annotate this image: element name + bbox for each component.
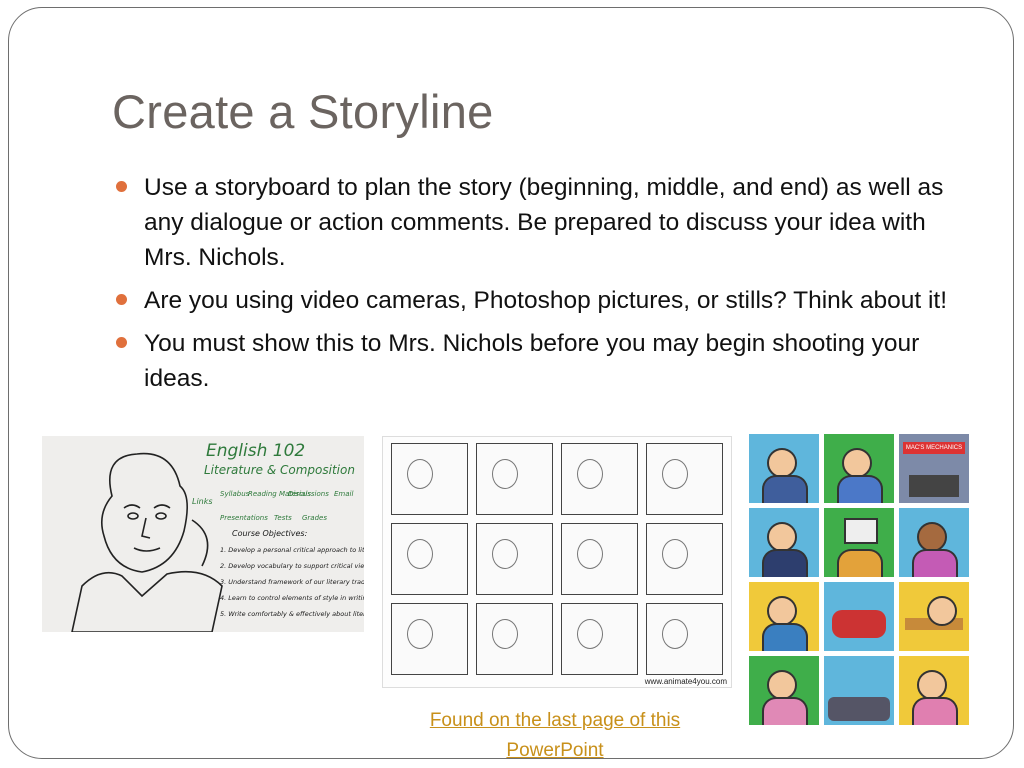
sketch-objectives-heading: Course Objectives: bbox=[232, 529, 308, 538]
comic-panel bbox=[749, 508, 819, 577]
storyboard-frame bbox=[391, 603, 468, 675]
sketch-nav-item: Syllabus bbox=[220, 490, 250, 498]
storyboard-frame bbox=[561, 443, 638, 515]
comic-panel bbox=[749, 656, 819, 725]
storyboard-frame bbox=[476, 443, 553, 515]
comic-panel bbox=[824, 582, 894, 651]
storyboard-frame bbox=[646, 603, 723, 675]
comic-panel bbox=[899, 656, 969, 725]
sketch-objective: 5. Write comfortably & effectively about… bbox=[220, 610, 364, 618]
bullet-dot-icon bbox=[116, 181, 127, 192]
comic-grid: MAC'S MECHANICS bbox=[749, 434, 971, 725]
sketch-heading-2: Literature & Composition bbox=[204, 463, 355, 477]
sketch-objective: 4. Learn to control elements of style in… bbox=[220, 594, 364, 602]
storyboard-frame bbox=[476, 603, 553, 675]
sketch-nav-item: Tests bbox=[274, 514, 292, 522]
storyboard-frame bbox=[391, 443, 468, 515]
storyboard-watermark: www.animate4you.com bbox=[644, 677, 727, 686]
bullet-dot-icon bbox=[116, 337, 127, 348]
bullet-item: Are you using video cameras, Photoshop p… bbox=[116, 283, 956, 318]
shop-sign: MAC'S MECHANICS bbox=[903, 442, 965, 454]
shakespeare-sketch-image: English 102 Literature & Composition Lin… bbox=[42, 436, 364, 632]
bullet-text: Use a storyboard to plan the story (begi… bbox=[144, 174, 944, 271]
sketch-nav-item: Grades bbox=[302, 514, 327, 522]
comic-panel bbox=[749, 434, 819, 503]
comic-panel bbox=[824, 434, 894, 503]
comic-panel bbox=[824, 508, 894, 577]
bullet-list: Use a storyboard to plan the story (begi… bbox=[116, 170, 956, 404]
bullet-item: You must show this to Mrs. Nichols befor… bbox=[116, 326, 956, 396]
sketch-objective: 2. Develop vocabulary to support critica… bbox=[220, 562, 364, 570]
slide-title: Create a Storyline bbox=[112, 85, 494, 138]
storyboard-frame bbox=[476, 523, 553, 595]
bullet-text: Are you using video cameras, Photoshop p… bbox=[144, 287, 948, 314]
comic-panel bbox=[749, 582, 819, 651]
storyboard-frame bbox=[561, 603, 638, 675]
sketch-link: Links bbox=[192, 497, 213, 506]
sketch-nav-item: Email bbox=[334, 490, 353, 498]
storyboard-grid bbox=[391, 443, 723, 675]
source-link[interactable]: Found on the last page of this PowerPoin… bbox=[380, 706, 730, 766]
comic-panel bbox=[899, 508, 969, 577]
storyboard-image: www.animate4you.com bbox=[382, 436, 732, 688]
comic-panel bbox=[899, 582, 969, 651]
comic-panel: MAC'S MECHANICS bbox=[899, 434, 969, 503]
storyboard-frame bbox=[646, 443, 723, 515]
sketch-drawing: English 102 Literature & Composition Lin… bbox=[71, 441, 364, 632]
bullet-item: Use a storyboard to plan the story (begi… bbox=[116, 170, 956, 275]
sketch-objective: 1. Develop a personal critical approach … bbox=[220, 546, 364, 554]
storyboard-frame bbox=[391, 523, 468, 595]
storyboard-frame bbox=[646, 523, 723, 595]
bullet-dot-icon bbox=[116, 294, 127, 305]
sketch-objective: 3. Understand framework of our literary … bbox=[220, 578, 364, 586]
storyboard-frame bbox=[561, 523, 638, 595]
sketch-nav-item: Presentations bbox=[220, 514, 268, 522]
comic-panel bbox=[824, 656, 894, 725]
sketch-nav-item: Discussions bbox=[288, 490, 329, 498]
bullet-text: You must show this to Mrs. Nichols befor… bbox=[144, 330, 920, 392]
comic-storyboard-image: MAC'S MECHANICS bbox=[749, 434, 971, 726]
sketch-heading-1: English 102 bbox=[206, 441, 305, 461]
